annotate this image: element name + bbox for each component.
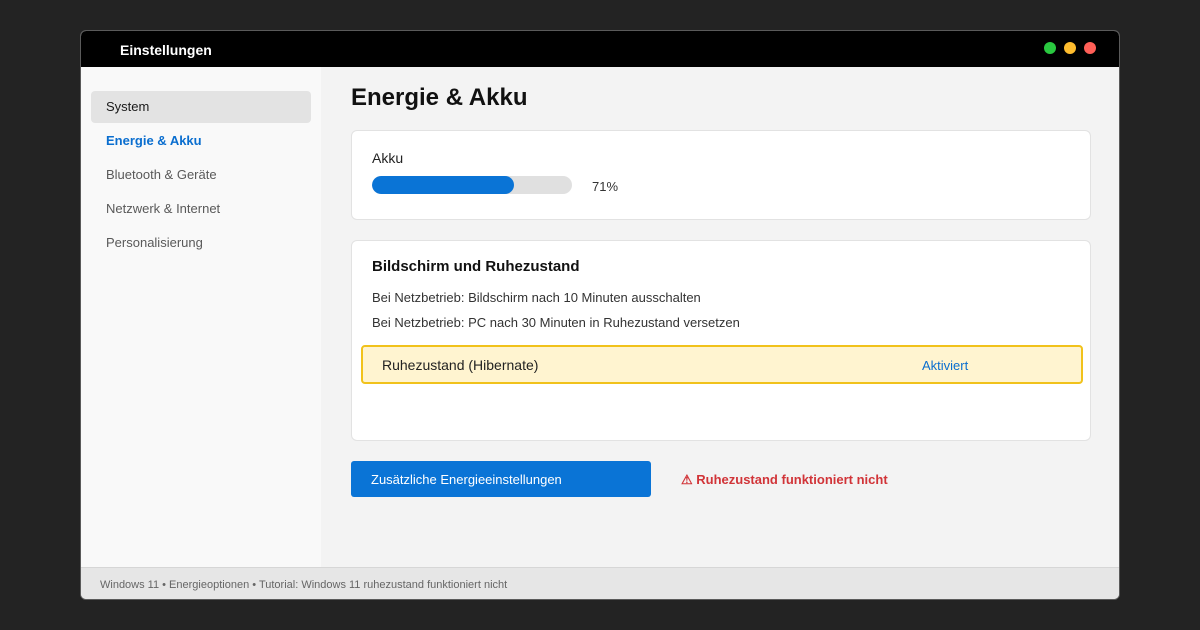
sleep-card-title: Bildschirm und Ruhezustand [372,258,580,275]
battery-label: Akku [372,150,404,166]
minimize-button[interactable] [1064,42,1076,54]
window-controls [1044,42,1096,54]
settings-window: Einstellungen System Energie & Akku Blue… [80,30,1120,600]
close-button[interactable] [1084,42,1096,54]
sidebar: System Energie & Akku Bluetooth & Geräte… [81,67,321,567]
hibernate-label: Ruhezustand (Hibernate) [382,357,539,373]
main-content: Energie & Akku Akku 71% Bildschirm und R… [321,67,1119,567]
footer-text: Windows 11 • Energieoptionen • Tutorial:… [100,579,508,591]
sleep-card: Bildschirm und Ruhezustand Bei Netzbetri… [351,240,1091,441]
window-title: Einstellungen [120,42,212,58]
footer: Windows 11 • Energieoptionen • Tutorial:… [81,567,1119,599]
sleep-setting: Bei Netzbetrieb: PC nach 30 Minuten in R… [372,315,740,330]
page-title: Energie & Akku [351,84,528,111]
battery-progress-fill [372,176,514,194]
sidebar-item-personalisierung[interactable]: Personalisierung [91,227,311,259]
sidebar-item-netzwerk[interactable]: Netzwerk & Internet [91,193,311,225]
sidebar-item-bluetooth[interactable]: Bluetooth & Geräte [91,159,311,191]
additional-power-settings-button[interactable]: Zusätzliche Energieeinstellungen [351,461,651,497]
sidebar-item-energie-akku[interactable]: Energie & Akku [91,125,311,157]
screen-off-setting: Bei Netzbetrieb: Bildschirm nach 10 Minu… [372,290,701,305]
hibernate-warning: ⚠ Ruhezustand funktioniert nicht [681,472,888,487]
title-bar: Einstellungen [81,31,1119,67]
hibernate-status-link[interactable]: Aktiviert [922,358,968,373]
battery-card: Akku 71% [351,130,1091,220]
hibernate-row[interactable]: Ruhezustand (Hibernate) Aktiviert [361,345,1083,384]
battery-progress-bar [372,176,572,194]
battery-percent: 71% [592,179,619,194]
maximize-button[interactable] [1044,42,1056,54]
sidebar-item-system[interactable]: System [91,91,311,123]
